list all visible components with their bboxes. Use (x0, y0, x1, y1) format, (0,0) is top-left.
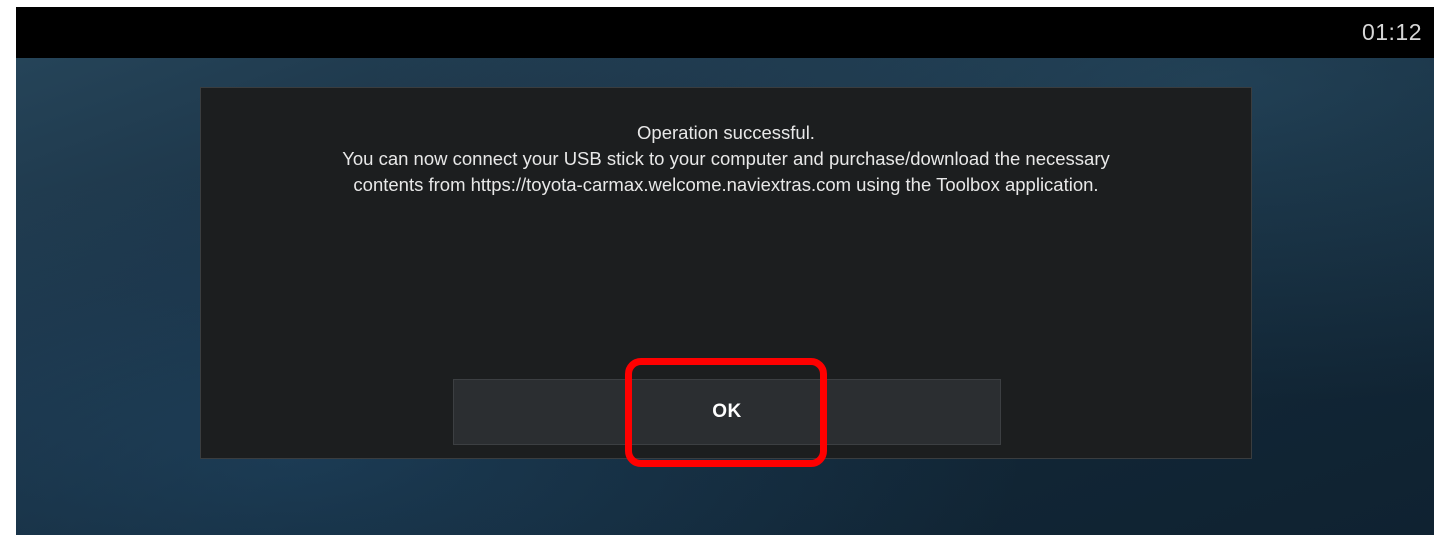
dialog-message-line: Operation successful. (637, 122, 815, 143)
dialog-message-line: You can now connect your USB stick to yo… (342, 148, 1110, 169)
ok-button-label: OK (712, 401, 742, 422)
status-clock: 01:12 (1361, 19, 1422, 45)
status-bar: 01:12 (16, 7, 1434, 58)
message-dialog: Operation successful. You can now connec… (200, 87, 1252, 459)
dialog-message-line: contents from https://toyota-carmax.welc… (353, 174, 1099, 195)
device-screen: 01:12 Operation successful. You can now … (16, 7, 1434, 535)
dialog-message: Operation successful. You can now connec… (221, 120, 1231, 198)
ok-button[interactable]: OK (453, 379, 1001, 445)
